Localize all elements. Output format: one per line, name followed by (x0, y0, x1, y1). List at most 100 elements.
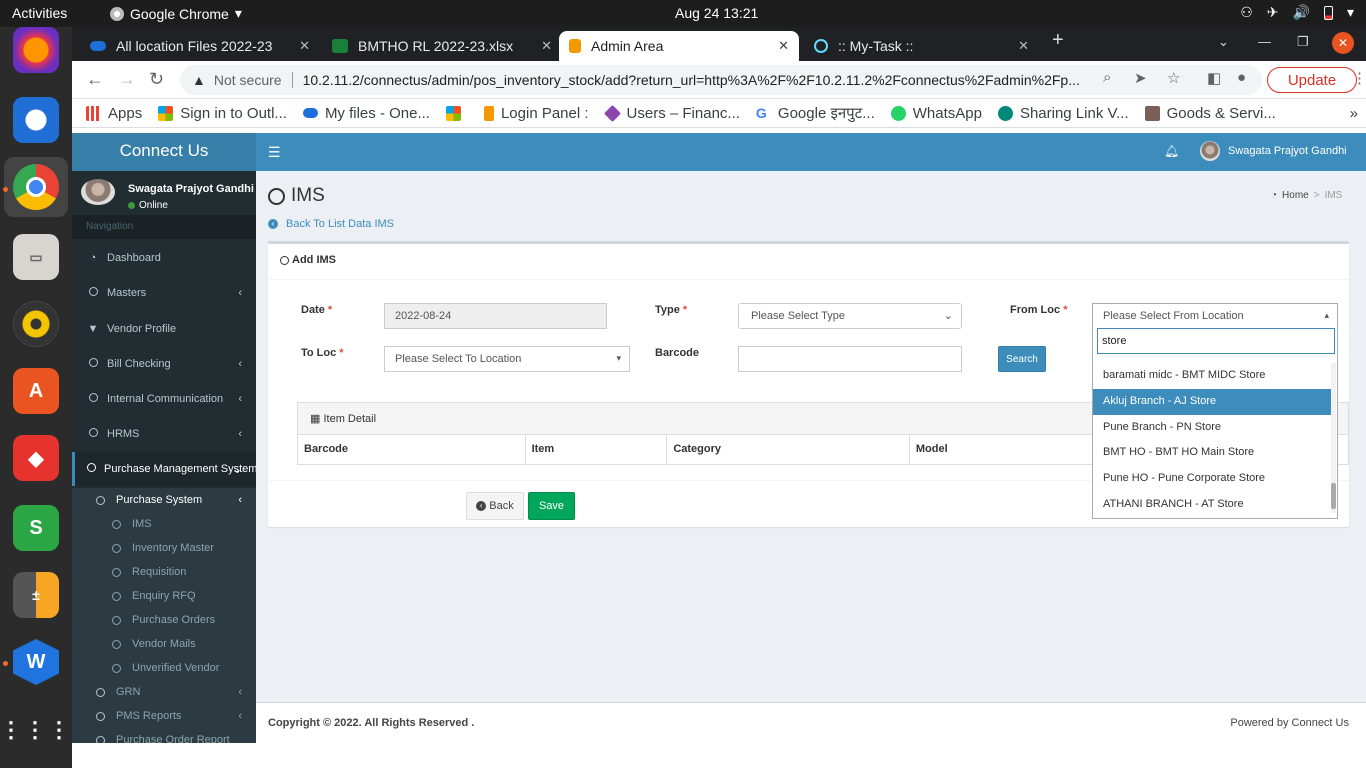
app-menu[interactable]: Google Chrome ▾ (110, 5, 242, 22)
tab-bmtho-rl[interactable]: BMTHO RL 2022-23.xlsx ✕ (322, 31, 562, 61)
forward-arrow-icon[interactable]: → (118, 69, 136, 90)
to-loc-select[interactable]: Please Select To Location ▾ (384, 346, 630, 372)
sidebar-item-internal-communication[interactable]: Internal Communication ‹ (72, 382, 256, 416)
new-tab-icon[interactable]: + (1052, 29, 1064, 52)
close-icon[interactable]: ✕ (299, 38, 310, 54)
bookmark-whatsapp[interactable]: WhatsApp (890, 105, 982, 122)
tab-all-location-files[interactable]: All location Files 2022-23 ✕ (80, 31, 320, 61)
url-text[interactable]: 10.2.11.2/connectus/admin/pos_inventory_… (303, 72, 1093, 88)
dropdown-scrollbar[interactable] (1331, 363, 1336, 513)
show-apps-icon[interactable]: ⋮⋮⋮ (0, 707, 70, 753)
software-center-icon[interactable]: A (13, 368, 59, 414)
dropdown-search-input[interactable]: store (1097, 328, 1335, 354)
date-field[interactable]: 2022-08-24 (384, 303, 607, 329)
sidebar-item-enquiry-rfq[interactable]: Enquiry RFQ (72, 584, 256, 608)
sidebar-item-ims[interactable]: IMS (72, 512, 256, 536)
bookmark-microsoft[interactable] (445, 105, 468, 121)
bookmark-outlook[interactable]: Sign in to Outl... (158, 105, 287, 122)
chrome-dock-icon[interactable] (13, 164, 59, 210)
type-select[interactable]: Please Select Type ⌄ (738, 303, 962, 329)
more-bookmarks-icon[interactable]: » (1350, 105, 1358, 122)
breadcrumb-current: IMS (1324, 190, 1343, 201)
address-bar[interactable]: ▲ Not secure 10.2.11.2/connectus/admin/p… (180, 65, 1262, 95)
bookmark-apps[interactable]: Apps (86, 105, 142, 122)
tab-label: BMTHO RL 2022-23.xlsx (358, 38, 514, 54)
firefox-icon[interactable] (13, 27, 59, 73)
bookmark-google-input[interactable]: G Google इनपुट... (756, 103, 875, 123)
bookmark-label: Goods & Servi... (1166, 104, 1276, 122)
page-title: IMS (268, 185, 325, 207)
tab-admin-area[interactable]: Admin Area ✕ (559, 31, 799, 61)
sidebar-item-purchase-orders[interactable]: Purchase Orders (72, 608, 256, 632)
thunderbird-icon[interactable] (13, 97, 59, 143)
app-logo[interactable]: Connect Us (72, 133, 256, 171)
sidebar-item-bill-checking[interactable]: Bill Checking ‹ (72, 347, 256, 381)
zoom-icon[interactable]: ⌕ (1103, 69, 1111, 86)
spreadsheet-icon[interactable]: S (13, 505, 59, 551)
bell-icon[interactable]: 🔔︎ (1164, 144, 1179, 158)
wps-writer-icon[interactable]: W (13, 639, 59, 685)
barcode-input[interactable] (738, 346, 962, 372)
sidebar-item-vendor-mails[interactable]: Vendor Mails (72, 632, 256, 656)
send-icon[interactable]: ➤ (1134, 69, 1147, 87)
reload-icon[interactable]: ↻ (149, 69, 164, 90)
side-panel-icon[interactable]: ◧ (1207, 69, 1221, 87)
tab-search-icon[interactable]: ⌄ (1218, 34, 1229, 50)
sidebar-item-purchase-system[interactable]: Purchase System ‹ (72, 488, 256, 512)
sidebar-item-hrms[interactable]: HRMS ‹ (72, 417, 256, 451)
close-icon[interactable]: ✕ (778, 38, 789, 54)
not-secure-label[interactable]: Not secure (214, 72, 282, 88)
hamburger-menu-icon[interactable]: ☰ (268, 144, 281, 161)
bookmark-onedrive[interactable]: My files - One... (302, 105, 430, 122)
tab-my-task[interactable]: :: My-Task :: ✕ (804, 31, 1039, 61)
from-loc-select-value: Please Select From Location (1103, 310, 1244, 322)
maximize-icon[interactable]: ❐ (1297, 34, 1309, 50)
files-icon[interactable]: ▭ (13, 234, 59, 280)
back-arrow-icon[interactable]: ← (86, 69, 104, 90)
sidebar-item-grn[interactable]: GRN ‹ (72, 680, 256, 704)
dropdown-option[interactable]: Pune Branch - PN Store (1093, 415, 1333, 441)
breadcrumb-home[interactable]: Home (1282, 190, 1309, 201)
sidebar-item-masters[interactable]: Masters ‹ (72, 276, 256, 310)
site-favicon-icon (569, 39, 581, 53)
update-button[interactable]: Update (1267, 67, 1357, 93)
back-to-list-link[interactable]: ‹ Back To List Data IMS (268, 218, 394, 230)
clock[interactable]: Aug 24 13:21 (675, 5, 758, 21)
sidebar-item-purchase-order-report[interactable]: Purchase Order Report (72, 728, 256, 743)
header-user-name[interactable]: Swagata Prajyot Gandhi (1228, 145, 1347, 157)
dropdown-option-highlighted[interactable]: Akluj Branch - AJ Store (1093, 388, 1333, 415)
activities-button[interactable]: Activities (12, 5, 67, 21)
sidebar-item-inventory-master[interactable]: Inventory Master (72, 536, 256, 560)
system-tray[interactable]: ⚇ ✈ 🔊 ▾ (1240, 4, 1354, 21)
close-window-icon[interactable]: ✕ (1332, 32, 1354, 54)
bookmark-goods-services[interactable]: Goods & Servi... (1144, 104, 1276, 122)
sidebar-item-vendor-profile[interactable]: ▼ Vendor Profile (72, 312, 256, 346)
circle-icon (87, 358, 99, 370)
bookmark-login-panel[interactable]: Login Panel : (483, 105, 589, 122)
scrollbar-thumb[interactable] (1331, 483, 1336, 509)
close-icon[interactable]: ✕ (1018, 38, 1029, 54)
profile-icon[interactable]: ● (1237, 69, 1246, 86)
minimize-icon[interactable]: — (1258, 34, 1271, 49)
dropdown-option[interactable]: Pune HO - Pune Corporate Store (1093, 466, 1333, 492)
sidebar-item-purchase-management[interactable]: Purchase Management System ⌄ (72, 452, 256, 486)
search-button[interactable]: Search (998, 346, 1046, 372)
menu-kebab-icon[interactable]: ⋮ (1352, 69, 1366, 87)
dropdown-option[interactable]: BMT HO - BMT HO Main Store (1093, 440, 1333, 466)
sidebar-item-requisition[interactable]: Requisition (72, 560, 256, 584)
close-icon[interactable]: ✕ (541, 38, 552, 54)
bookmark-sharing-link[interactable]: Sharing Link V... (997, 105, 1129, 122)
anydesk-icon[interactable]: ◆ (13, 435, 59, 481)
save-button[interactable]: Save (528, 492, 575, 520)
sidebar-item-dashboard[interactable]: ◔ Dashboard (72, 241, 256, 275)
sidebar-item-unverified-vendor[interactable]: Unverified Vendor (72, 656, 256, 680)
rhythmbox-icon[interactable] (13, 301, 59, 347)
sidebar-item-pms-reports[interactable]: PMS Reports ‹ (72, 704, 256, 728)
dropdown-option[interactable]: ATHANI BRANCH - AT Store (1093, 492, 1333, 518)
back-button[interactable]: ‹ Back (466, 492, 524, 520)
calculator-icon[interactable]: ± (13, 572, 59, 618)
dropdown-option[interactable]: baramati midc - BMT MIDC Store (1093, 363, 1333, 389)
bookmark-users-finance[interactable]: Users – Financ... (603, 105, 740, 122)
bookmark-star-icon[interactable]: ☆ (1167, 69, 1180, 87)
header-avatar[interactable] (1200, 141, 1220, 161)
